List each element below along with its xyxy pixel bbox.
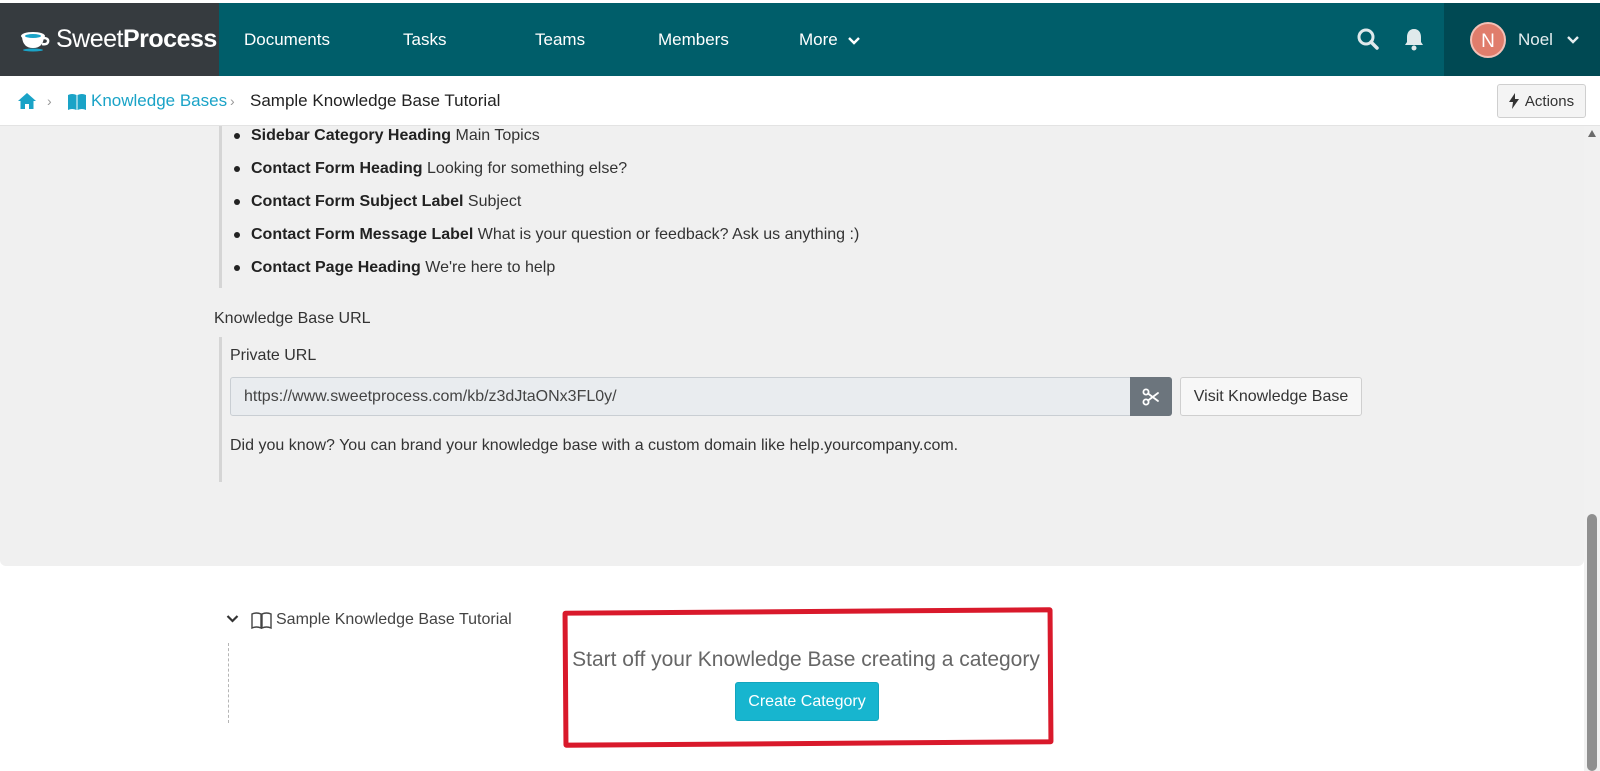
kb-url-heading: Knowledge Base URL	[214, 310, 371, 327]
bell-icon[interactable]	[1403, 27, 1425, 51]
scroll-thumb[interactable]	[1587, 514, 1597, 771]
copy-url-button[interactable]	[1130, 377, 1172, 416]
user-name: Noel	[1518, 29, 1553, 49]
brand-name: SweetProcess	[56, 25, 217, 53]
home-icon[interactable]	[17, 91, 37, 111]
settings-list: Sidebar Category Heading Main Topics Con…	[234, 119, 859, 284]
private-url-field[interactable]	[230, 377, 1131, 416]
actions-label: Actions	[1524, 92, 1575, 110]
nav-members[interactable]: Members	[658, 3, 729, 76]
book-open-icon	[68, 94, 86, 110]
nav-tasks[interactable]: Tasks	[403, 3, 446, 76]
empty-state-message: Start off your Knowledge Base creating a…	[572, 648, 1040, 671]
nav-teams[interactable]: Teams	[535, 3, 585, 76]
private-url-label: Private URL	[230, 347, 317, 364]
scissors-icon	[1142, 388, 1159, 405]
brand-logo[interactable]: SweetProcess	[0, 3, 219, 76]
list-item: Contact Form Subject Label Subject	[234, 185, 859, 218]
user-menu[interactable]: N Noel	[1444, 3, 1600, 76]
nav-more-label: More	[799, 30, 838, 49]
scrollbar[interactable]	[1584, 126, 1600, 771]
breadcrumb-separator: ›	[47, 93, 52, 109]
settings-list-rule	[219, 126, 222, 288]
chevron-down-icon[interactable]	[226, 614, 239, 624]
url-section-rule	[219, 337, 222, 482]
list-item: Contact Form Heading Looking for somethi…	[234, 152, 859, 185]
chevron-down-icon	[1567, 35, 1579, 44]
chevron-down-icon	[848, 36, 861, 45]
nav-more[interactable]: More	[799, 3, 861, 76]
top-navbar: SweetProcess Documents Tasks Teams Membe…	[0, 3, 1600, 76]
scroll-up-arrow[interactable]	[1588, 130, 1596, 137]
tree-root-title[interactable]: Sample Knowledge Base Tutorial	[276, 611, 512, 629]
teacup-icon	[21, 31, 50, 51]
actions-button[interactable]: Actions	[1497, 84, 1586, 118]
breadcrumb-knowledge-bases[interactable]: Knowledge Bases	[91, 76, 227, 126]
list-item: Sidebar Category Heading Main Topics	[234, 119, 859, 152]
custom-domain-tip: Did you know? You can brand your knowled…	[230, 437, 959, 454]
highlight-annotation	[562, 607, 1054, 748]
tree-guide-line	[228, 643, 229, 723]
visit-knowledge-base-button[interactable]: Visit Knowledge Base	[1180, 377, 1362, 416]
list-item: Contact Form Message Label What is your …	[234, 218, 859, 251]
book-outline-icon	[251, 612, 272, 629]
create-category-button[interactable]: Create Category	[735, 682, 879, 721]
list-item: Contact Page Heading We're here to help	[234, 251, 859, 284]
search-icon[interactable]	[1356, 27, 1380, 51]
lightning-icon	[1508, 93, 1519, 109]
avatar: N	[1470, 21, 1506, 58]
nav-documents[interactable]: Documents	[244, 3, 330, 76]
settings-panel: Sidebar Category Heading Main Topics Con…	[0, 126, 1584, 566]
